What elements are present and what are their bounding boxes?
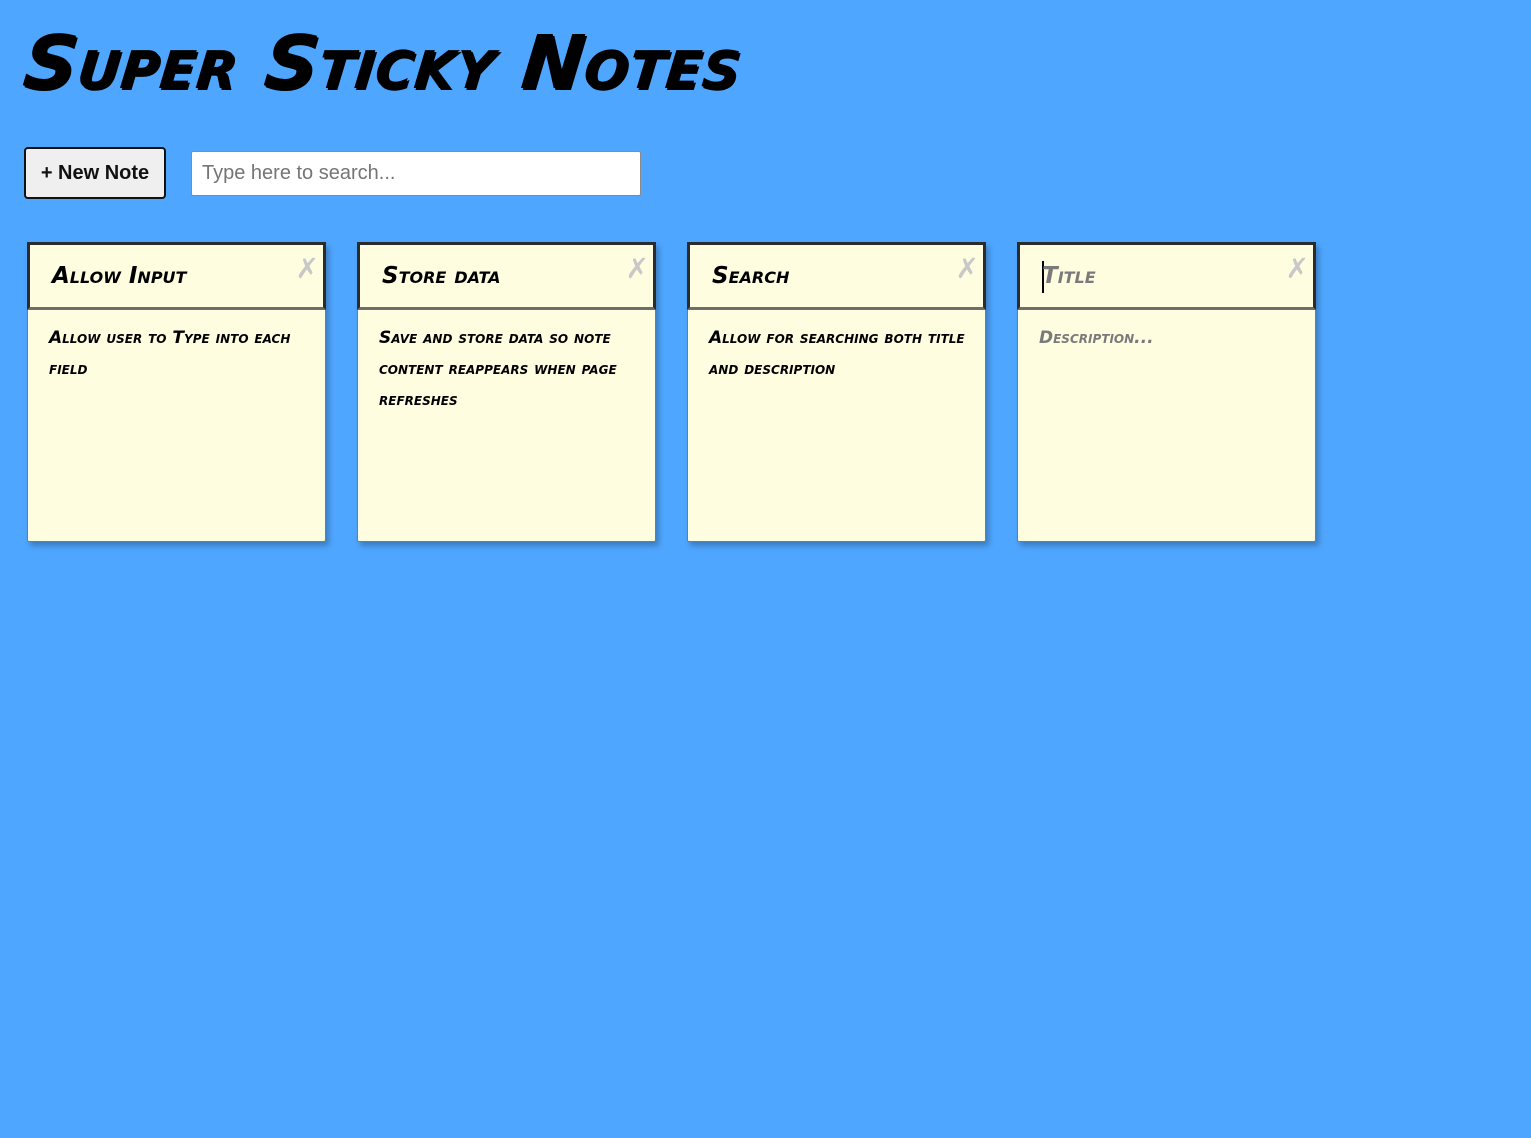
note-title-field[interactable]: Allow Input ✗ <box>27 242 326 310</box>
close-icon[interactable]: ✗ <box>1286 255 1309 283</box>
note-description[interactable]: Allow user to Type into each field <box>49 323 314 385</box>
search-input[interactable] <box>191 151 641 196</box>
note-title-field[interactable]: Search ✗ <box>687 242 986 310</box>
note-title[interactable]: Store data <box>382 263 501 289</box>
note-description-placeholder[interactable]: Description... <box>1039 323 1304 354</box>
note-description[interactable]: Save and store data so note content reap… <box>379 323 644 416</box>
note-title[interactable]: Search <box>712 263 789 289</box>
note-card: Title ✗ Description... <box>1017 242 1316 542</box>
note-card: Allow Input ✗ Allow user to Type into ea… <box>27 242 326 542</box>
note-card: Search ✗ Allow for searching both title … <box>687 242 986 542</box>
note-title[interactable]: Allow Input <box>52 263 186 289</box>
note-card: Store data ✗ Save and store data so note… <box>357 242 656 542</box>
close-icon[interactable]: ✗ <box>626 255 649 283</box>
new-note-button[interactable]: + New Note <box>24 147 166 199</box>
close-icon[interactable]: ✗ <box>296 255 319 283</box>
note-title-placeholder[interactable]: Title <box>1042 263 1096 289</box>
close-icon[interactable]: ✗ <box>956 255 979 283</box>
note-title-field[interactable]: Store data ✗ <box>357 242 656 310</box>
note-title-field[interactable]: Title ✗ <box>1017 242 1316 310</box>
note-description[interactable]: Allow for searching both title and descr… <box>709 323 974 385</box>
app-title: Super Sticky Notes <box>19 20 747 106</box>
